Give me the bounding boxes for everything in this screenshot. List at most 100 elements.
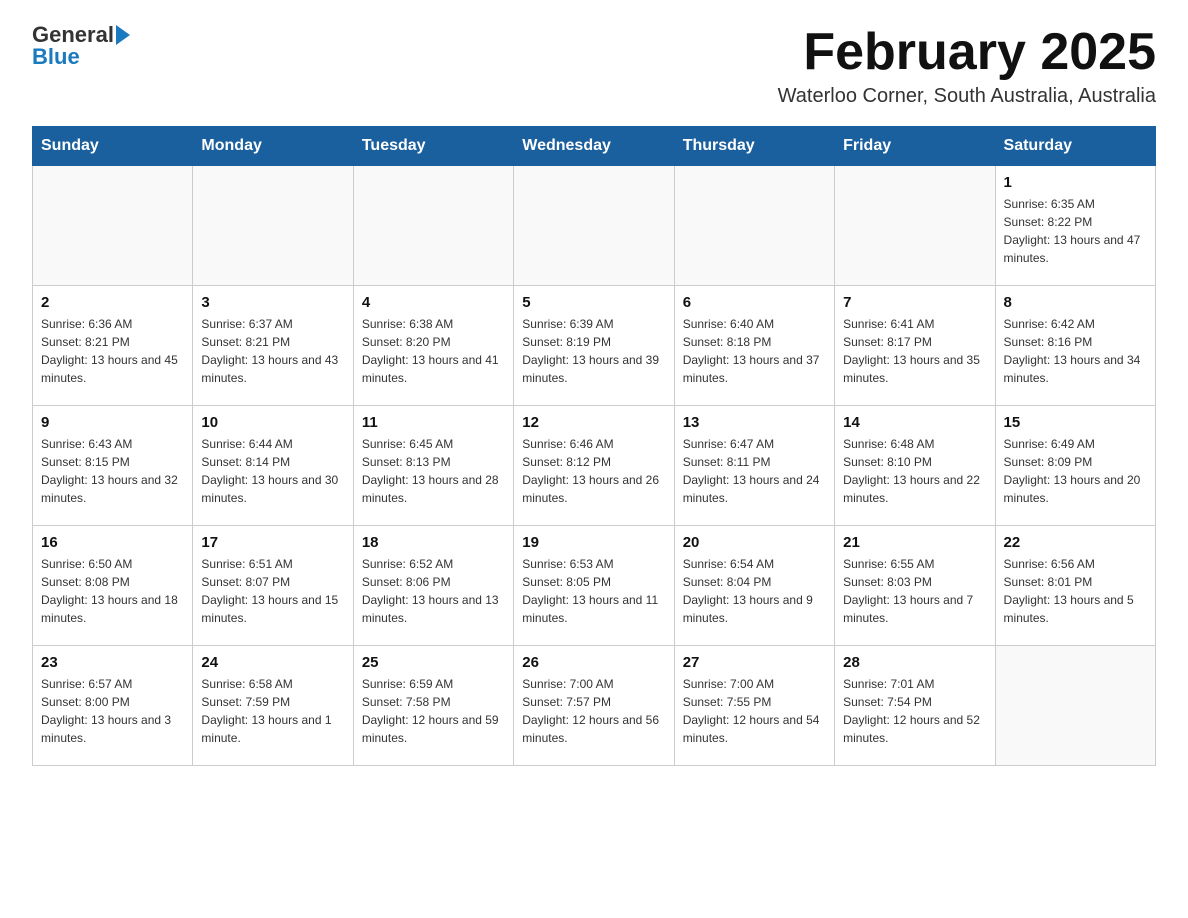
day-number: 3 — [201, 294, 344, 311]
day-info: Sunrise: 6:48 AM Sunset: 8:10 PM Dayligh… — [843, 435, 986, 507]
day-number: 6 — [683, 294, 826, 311]
weekday-header-thursday: Thursday — [674, 127, 834, 166]
day-info: Sunrise: 6:53 AM Sunset: 8:05 PM Dayligh… — [522, 555, 665, 627]
day-number: 16 — [41, 534, 184, 551]
calendar-cell — [835, 166, 995, 286]
calendar-cell — [514, 166, 674, 286]
day-info: Sunrise: 6:45 AM Sunset: 8:13 PM Dayligh… — [362, 435, 505, 507]
day-info: Sunrise: 7:00 AM Sunset: 7:57 PM Dayligh… — [522, 675, 665, 747]
weekday-header-monday: Monday — [193, 127, 353, 166]
calendar-cell: 5 Sunrise: 6:39 AM Sunset: 8:19 PM Daylig… — [514, 286, 674, 406]
calendar-cell: 25 Sunrise: 6:59 AM Sunset: 7:58 PM Dayli… — [353, 646, 513, 766]
day-info: Sunrise: 7:00 AM Sunset: 7:55 PM Dayligh… — [683, 675, 826, 747]
calendar-cell: 11 Sunrise: 6:45 AM Sunset: 8:13 PM Dayli… — [353, 406, 513, 526]
day-info: Sunrise: 6:39 AM Sunset: 8:19 PM Dayligh… — [522, 315, 665, 387]
day-info: Sunrise: 6:58 AM Sunset: 7:59 PM Dayligh… — [201, 675, 344, 747]
day-info: Sunrise: 6:44 AM Sunset: 8:14 PM Dayligh… — [201, 435, 344, 507]
day-number: 25 — [362, 654, 505, 671]
day-number: 14 — [843, 414, 986, 431]
calendar-cell — [995, 646, 1155, 766]
calendar-table: SundayMondayTuesdayWednesdayThursdayFrid… — [32, 126, 1156, 766]
day-info: Sunrise: 6:36 AM Sunset: 8:21 PM Dayligh… — [41, 315, 184, 387]
day-number: 26 — [522, 654, 665, 671]
day-info: Sunrise: 6:35 AM Sunset: 8:22 PM Dayligh… — [1004, 195, 1147, 267]
day-number: 11 — [362, 414, 505, 431]
calendar-cell: 17Sunrise: 6:51 AM Sunset: 8:07 PM Dayli… — [193, 526, 353, 646]
day-number: 23 — [41, 654, 184, 671]
day-info: Sunrise: 6:38 AM Sunset: 8:20 PM Dayligh… — [362, 315, 505, 387]
calendar-cell: 9Sunrise: 6:43 AM Sunset: 8:15 PM Daylig… — [33, 406, 193, 526]
day-number: 19 — [522, 534, 665, 551]
day-number: 15 — [1004, 414, 1147, 431]
day-number: 24 — [201, 654, 344, 671]
day-info: Sunrise: 6:46 AM Sunset: 8:12 PM Dayligh… — [522, 435, 665, 507]
day-number: 4 — [362, 294, 505, 311]
calendar-cell: 19 Sunrise: 6:53 AM Sunset: 8:05 PM Dayli… — [514, 526, 674, 646]
day-info: Sunrise: 6:55 AM Sunset: 8:03 PM Dayligh… — [843, 555, 986, 627]
calendar-cell: 15 Sunrise: 6:49 AM Sunset: 8:09 PM Dayli… — [995, 406, 1155, 526]
calendar-cell: 22 Sunrise: 6:56 AM Sunset: 8:01 PM Dayli… — [995, 526, 1155, 646]
week-row-3: 9Sunrise: 6:43 AM Sunset: 8:15 PM Daylig… — [33, 406, 1156, 526]
weekday-header-row: SundayMondayTuesdayWednesdayThursdayFrid… — [33, 127, 1156, 166]
subtitle: Waterloo Corner, South Australia, Austra… — [778, 85, 1156, 108]
day-info: Sunrise: 6:41 AM Sunset: 8:17 PM Dayligh… — [843, 315, 986, 387]
calendar-cell: 18 Sunrise: 6:52 AM Sunset: 8:06 PM Dayli… — [353, 526, 513, 646]
calendar-cell: 28 Sunrise: 7:01 AM Sunset: 7:54 PM Dayli… — [835, 646, 995, 766]
day-number: 2 — [41, 294, 184, 311]
calendar-cell — [193, 166, 353, 286]
day-number: 13 — [683, 414, 826, 431]
calendar-cell — [353, 166, 513, 286]
day-number: 28 — [843, 654, 986, 671]
day-number: 18 — [362, 534, 505, 551]
calendar-cell: 27 Sunrise: 7:00 AM Sunset: 7:55 PM Dayli… — [674, 646, 834, 766]
calendar-cell: 10 Sunrise: 6:44 AM Sunset: 8:14 PM Dayli… — [193, 406, 353, 526]
week-row-5: 23 Sunrise: 6:57 AM Sunset: 8:00 PM Dayli… — [33, 646, 1156, 766]
calendar-cell: 13 Sunrise: 6:47 AM Sunset: 8:11 PM Dayli… — [674, 406, 834, 526]
weekday-header-friday: Friday — [835, 127, 995, 166]
calendar-cell: 1Sunrise: 6:35 AM Sunset: 8:22 PM Daylig… — [995, 166, 1155, 286]
day-info: Sunrise: 6:59 AM Sunset: 7:58 PM Dayligh… — [362, 675, 505, 747]
day-number: 12 — [522, 414, 665, 431]
day-info: Sunrise: 6:49 AM Sunset: 8:09 PM Dayligh… — [1004, 435, 1147, 507]
calendar-cell: 23 Sunrise: 6:57 AM Sunset: 8:00 PM Dayli… — [33, 646, 193, 766]
day-number: 22 — [1004, 534, 1147, 551]
day-info: Sunrise: 6:54 AM Sunset: 8:04 PM Dayligh… — [683, 555, 826, 627]
day-number: 20 — [683, 534, 826, 551]
day-info: Sunrise: 6:56 AM Sunset: 8:01 PM Dayligh… — [1004, 555, 1147, 627]
day-number: 9 — [41, 414, 184, 431]
day-number: 21 — [843, 534, 986, 551]
week-row-1: 1Sunrise: 6:35 AM Sunset: 8:22 PM Daylig… — [33, 166, 1156, 286]
day-number: 8 — [1004, 294, 1147, 311]
day-info: Sunrise: 6:40 AM Sunset: 8:18 PM Dayligh… — [683, 315, 826, 387]
day-info: Sunrise: 7:01 AM Sunset: 7:54 PM Dayligh… — [843, 675, 986, 747]
header: General Blue February 2025 Waterloo Corn… — [32, 24, 1156, 108]
day-info: Sunrise: 6:50 AM Sunset: 8:08 PM Dayligh… — [41, 555, 184, 627]
calendar-cell: 4 Sunrise: 6:38 AM Sunset: 8:20 PM Daylig… — [353, 286, 513, 406]
calendar-cell: 16 Sunrise: 6:50 AM Sunset: 8:08 PM Dayli… — [33, 526, 193, 646]
calendar-cell: 6 Sunrise: 6:40 AM Sunset: 8:18 PM Daylig… — [674, 286, 834, 406]
day-info: Sunrise: 6:52 AM Sunset: 8:06 PM Dayligh… — [362, 555, 505, 627]
weekday-header-sunday: Sunday — [33, 127, 193, 166]
logo-blue: Blue — [32, 46, 80, 68]
week-row-4: 16 Sunrise: 6:50 AM Sunset: 8:08 PM Dayli… — [33, 526, 1156, 646]
title-area: February 2025 Waterloo Corner, South Aus… — [778, 24, 1156, 108]
week-row-2: 2 Sunrise: 6:36 AM Sunset: 8:21 PM Daylig… — [33, 286, 1156, 406]
calendar-cell: 2 Sunrise: 6:36 AM Sunset: 8:21 PM Daylig… — [33, 286, 193, 406]
calendar-cell — [33, 166, 193, 286]
calendar-cell: 12 Sunrise: 6:46 AM Sunset: 8:12 PM Dayli… — [514, 406, 674, 526]
day-number: 10 — [201, 414, 344, 431]
page-title: February 2025 — [778, 24, 1156, 81]
day-info: Sunrise: 6:37 AM Sunset: 8:21 PM Dayligh… — [201, 315, 344, 387]
calendar-cell: 24 Sunrise: 6:58 AM Sunset: 7:59 PM Dayli… — [193, 646, 353, 766]
logo-general: General — [32, 24, 114, 46]
day-info: Sunrise: 6:51 AM Sunset: 8:07 PM Dayligh… — [201, 555, 344, 627]
day-number: 5 — [522, 294, 665, 311]
day-info: Sunrise: 6:57 AM Sunset: 8:00 PM Dayligh… — [41, 675, 184, 747]
day-number: 27 — [683, 654, 826, 671]
day-info: Sunrise: 6:47 AM Sunset: 8:11 PM Dayligh… — [683, 435, 826, 507]
weekday-header-wednesday: Wednesday — [514, 127, 674, 166]
calendar-cell: 3 Sunrise: 6:37 AM Sunset: 8:21 PM Daylig… — [193, 286, 353, 406]
calendar-cell: 26 Sunrise: 7:00 AM Sunset: 7:57 PM Dayli… — [514, 646, 674, 766]
calendar-cell: 20 Sunrise: 6:54 AM Sunset: 8:04 PM Dayli… — [674, 526, 834, 646]
calendar-cell: 21 Sunrise: 6:55 AM Sunset: 8:03 PM Dayli… — [835, 526, 995, 646]
